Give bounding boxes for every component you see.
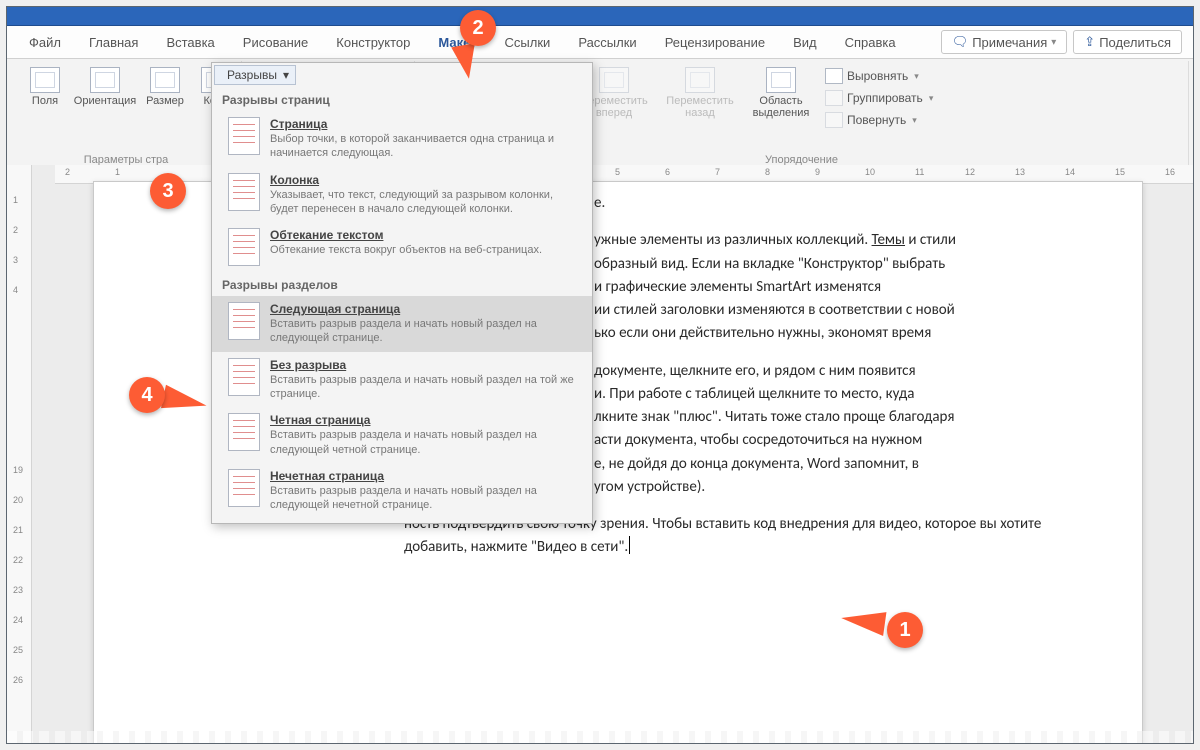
next-page-break-icon (228, 302, 260, 340)
annotation-3: 3 (150, 173, 186, 209)
break-page[interactable]: Страница Выбор точки, в которой заканчив… (212, 111, 592, 167)
ribbon-tabs: Файл Главная Вставка Рисование Конструкт… (7, 26, 1193, 59)
annotation-4: 4 (129, 377, 165, 413)
section-page-breaks: Разрывы страниц (212, 87, 592, 111)
send-backward-icon (685, 67, 715, 93)
chevron-down-icon: ▾ (929, 93, 934, 104)
rotate-button[interactable]: Повернуть ▾ (821, 111, 937, 129)
tab-insert[interactable]: Вставка (152, 26, 228, 58)
align-button[interactable]: Выровнять ▾ (821, 67, 937, 85)
size-icon (150, 67, 180, 93)
titlebar (7, 7, 1193, 26)
comment-icon: 🗨 (952, 34, 969, 50)
continuous-break-icon (228, 358, 260, 396)
send-backward-button[interactable]: Переместить назад (659, 63, 741, 123)
group-icon (825, 90, 843, 106)
tab-view[interactable]: Вид (779, 26, 831, 58)
share-label: Поделиться (1099, 35, 1171, 50)
share-button[interactable]: ⇪ Поделиться (1073, 30, 1182, 54)
margins-icon (30, 67, 60, 93)
share-icon: ⇪ (1084, 34, 1095, 50)
comments-button[interactable]: 🗨 Примечания ▾ (941, 30, 1068, 54)
size-button[interactable]: Размер (137, 63, 193, 111)
break-even-page[interactable]: Четная страница Вставить разрыв раздела … (212, 407, 592, 463)
comments-label: Примечания (972, 35, 1047, 50)
ribbon: Поля Ориентация Размер Коло Параметры ст… (7, 59, 1193, 170)
tab-help[interactable]: Справка (831, 26, 910, 58)
chevron-down-icon: ▾ (283, 68, 289, 82)
break-column[interactable]: Колонка Указывает, что текст, следующий … (212, 167, 592, 223)
group-page-setup: Поля Ориентация Размер Коло Параметры ст… (11, 61, 242, 169)
bring-forward-icon (599, 67, 629, 93)
orientation-icon (90, 67, 120, 93)
tab-review[interactable]: Рецензирование (651, 26, 779, 58)
annotation-1: 1 (887, 612, 923, 648)
odd-page-break-icon (228, 469, 260, 507)
breaks-button[interactable]: Разрывы ▾ (214, 65, 296, 85)
chevron-down-icon: ▾ (912, 115, 917, 126)
tab-draw[interactable]: Рисование (229, 26, 322, 58)
break-odd-page[interactable]: Нечетная страница Вставить разрыв раздел… (212, 463, 592, 519)
tab-references[interactable]: Ссылки (491, 26, 565, 58)
margins-button[interactable]: Поля (17, 63, 73, 111)
break-next-page[interactable]: Следующая страница Вставить разрыв разде… (212, 296, 592, 352)
torn-edge (7, 731, 1193, 743)
align-icon (825, 68, 843, 84)
orientation-button[interactable]: Ориентация (77, 63, 133, 111)
column-break-icon (228, 173, 260, 211)
section-section-breaks: Разрывы разделов (212, 272, 592, 296)
text-cursor (629, 536, 630, 554)
document-area: 2 1 1 2 3 4 5 6 7 8 9 10 11 12 13 14 15 … (7, 165, 1193, 743)
breaks-dropdown: Разрывы ▾ Разрывы страниц Страница Выбор… (211, 62, 593, 524)
text-wrap-break-icon (228, 228, 260, 266)
vertical-ruler[interactable]: 1 2 3 4 19 20 21 22 23 24 25 26 (7, 165, 32, 743)
page-break-icon (228, 117, 260, 155)
group-objects-button[interactable]: Группировать ▾ (821, 89, 937, 107)
selection-pane-button[interactable]: Область выделения (745, 63, 817, 123)
tab-home[interactable]: Главная (75, 26, 152, 58)
break-continuous[interactable]: Без разрыва Вставить разрыв раздела и на… (212, 352, 592, 408)
tab-file[interactable]: Файл (15, 26, 75, 58)
rotate-icon (825, 112, 843, 128)
selection-pane-icon (766, 67, 796, 93)
chevron-down-icon: ▾ (1051, 37, 1056, 48)
break-text-wrap[interactable]: Обтекание текстом Обтекание текста вокру… (212, 222, 592, 272)
tab-mailings[interactable]: Рассылки (564, 26, 650, 58)
tab-design[interactable]: Конструктор (322, 26, 424, 58)
even-page-break-icon (228, 413, 260, 451)
chevron-down-icon: ▾ (914, 71, 919, 82)
annotation-2: 2 (460, 10, 496, 46)
